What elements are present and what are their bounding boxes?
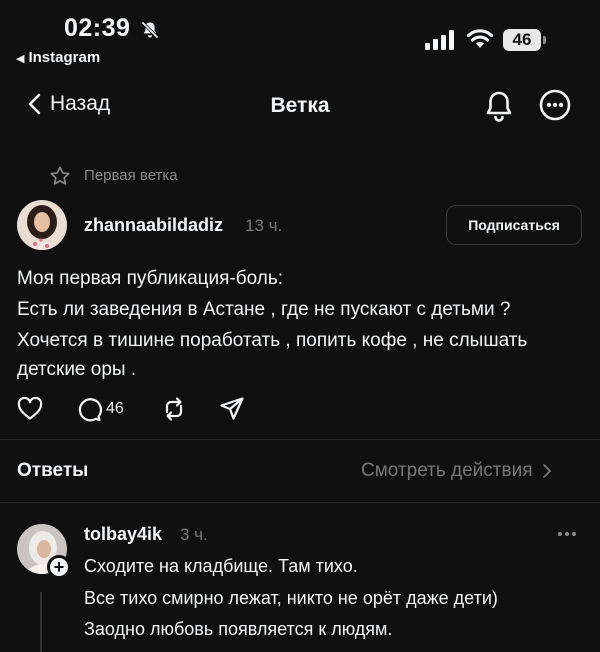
battery-level: 46 — [503, 29, 541, 51]
back-app-label: Instagram — [28, 49, 101, 66]
divider — [0, 439, 600, 440]
follow-plus-icon[interactable]: + — [47, 555, 71, 579]
wifi-icon — [466, 29, 494, 48]
battery-indicator: 46 — [503, 29, 547, 51]
post-username[interactable]: zhannaabildadiz — [84, 215, 223, 236]
reply-time: 3 ч. — [180, 525, 208, 544]
repost-icon[interactable] — [160, 395, 188, 423]
heart-icon[interactable] — [17, 397, 43, 421]
back-label: Назад — [50, 92, 111, 115]
bell-off-icon — [141, 21, 159, 39]
follow-button[interactable]: Подписаться — [446, 205, 582, 245]
divider — [0, 502, 600, 503]
chevron-left-icon — [28, 93, 41, 115]
post-text-line: Хочется в тишине поработать , попить коф… — [17, 330, 528, 351]
reply-text-line: Сходите на кладбище. Там тихо. — [84, 556, 358, 576]
comment-icon[interactable] — [76, 396, 102, 422]
reply-text-line: Все тихо смирно лежат, никто не орёт даж… — [84, 588, 498, 608]
post-text-line: Есть ли заведения в Астане , где не пуск… — [17, 299, 511, 320]
thread-label: Первая ветка — [84, 167, 178, 184]
more-options-icon[interactable] — [539, 89, 571, 121]
post-text-line: Моя первая публикация-боль: — [17, 268, 284, 289]
status-time: 02:39 — [64, 14, 131, 42]
share-icon[interactable] — [219, 396, 245, 422]
notifications-bell-icon[interactable] — [483, 89, 515, 123]
back-to-app[interactable]: ◀ Instagram — [16, 49, 100, 66]
reply-text-line: Заодно любовь появляется к людям. — [84, 619, 393, 639]
reply-username[interactable]: tolbay4ik — [84, 524, 162, 545]
more-horizontal-icon[interactable] — [556, 527, 578, 541]
avatar[interactable] — [17, 200, 67, 250]
view-activity-link[interactable]: Смотреть действия — [361, 460, 552, 482]
reply-count: 46 — [106, 400, 124, 417]
chevron-right-icon — [543, 464, 552, 478]
signal-icon — [425, 30, 454, 50]
back-triangle-icon: ◀ — [16, 53, 25, 65]
view-activity-label: Смотреть действия — [361, 460, 533, 481]
post-time: 13 ч. — [245, 216, 283, 235]
answers-heading: Ответы — [17, 460, 89, 481]
back-button[interactable]: Назад — [26, 92, 110, 116]
star-icon — [50, 166, 70, 185]
post-text-line: детские оры . — [17, 359, 137, 380]
thread-connector-line — [40, 592, 42, 652]
